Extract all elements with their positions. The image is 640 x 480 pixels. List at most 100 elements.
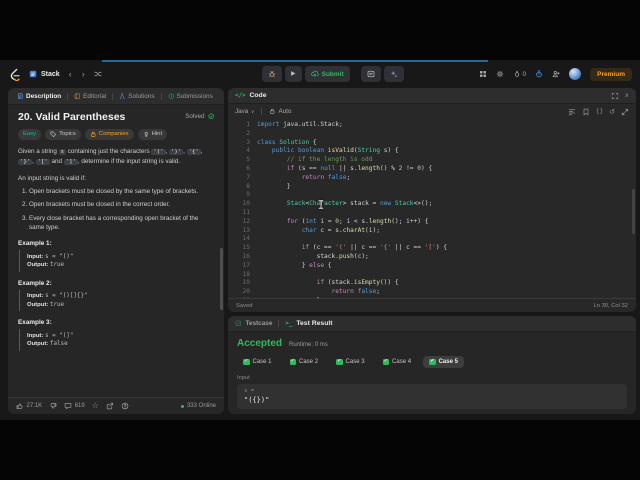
case-tab-1[interactable]: ✓ Case 1	[237, 356, 278, 368]
autocomplete-toggle[interactable]: Auto	[269, 108, 291, 115]
code-line[interactable]: for (int i = 0; i < s.length(); i++) {	[257, 218, 636, 227]
leetcode-logo-icon[interactable]	[8, 68, 21, 81]
layout-grid-icon[interactable]	[479, 70, 487, 78]
runtime-label: Runtime: 0 ms	[289, 342, 328, 348]
description-scrollbar[interactable]	[220, 248, 223, 310]
code-line[interactable]: class Solution {	[257, 139, 636, 148]
case-tab-4[interactable]: ✓ Case 4	[377, 356, 418, 368]
solved-check-icon	[208, 113, 215, 120]
prev-question-button[interactable]: ‹	[68, 69, 73, 79]
code-line[interactable]: Stack<Character> stack = new Stack<>();	[257, 200, 636, 209]
tab-editorial[interactable]: Editorial	[70, 93, 110, 100]
example-input: Input: s = "()"	[27, 254, 214, 260]
rules-list: Open brackets must be closed by the same…	[18, 187, 214, 233]
user-avatar[interactable]	[569, 68, 582, 80]
companies-button[interactable]: Companies	[84, 129, 134, 140]
format-code-icon[interactable]	[568, 108, 576, 116]
line-number: 17	[242, 261, 250, 269]
help-circle-icon[interactable]	[121, 402, 129, 410]
example-input-value: s = "(]"	[45, 332, 74, 339]
online-label: 333 Online	[186, 403, 216, 409]
thumbs-down-icon[interactable]	[49, 402, 57, 410]
topics-button[interactable]: Topics	[45, 129, 81, 140]
code-line[interactable]: public boolean isValid(String s) {	[257, 147, 636, 156]
example-output-label: Output:	[27, 262, 50, 269]
problem-list-button[interactable]: Stack	[29, 70, 60, 78]
favorite-star-icon[interactable]: ☆	[92, 402, 99, 410]
code-line[interactable]: if (s == null || s.length() % 2 != 0) {	[257, 165, 636, 174]
streak-counter[interactable]: 0	[513, 70, 526, 78]
fullscreen-icon[interactable]	[611, 92, 619, 100]
problem-description: 20. Valid Parentheses Solved Easy Topics	[8, 105, 224, 397]
code-line[interactable]	[257, 235, 636, 244]
share-icon[interactable]	[106, 402, 114, 410]
invite-user-icon[interactable]	[552, 70, 560, 78]
line-number: 10	[242, 200, 250, 208]
auto-label: Auto	[278, 108, 292, 115]
code-line[interactable]: // if the length is odd	[257, 156, 636, 165]
tab-solutions[interactable]: Solutions	[115, 93, 158, 100]
notes-icon	[367, 70, 375, 78]
editor-scrollbar[interactable]	[632, 189, 635, 234]
tab-submissions[interactable]: Submissions	[164, 93, 217, 100]
code-line[interactable]: }	[257, 297, 636, 298]
example-input-label: Input:	[27, 293, 45, 300]
tab-test-result[interactable]: Test Result	[296, 320, 332, 327]
collapse-panel-icon[interactable]: ∧	[625, 92, 629, 99]
example-block: Input: s = "()" Output: true	[19, 250, 214, 272]
code-line[interactable]: char c = s.charAt(i);	[257, 227, 636, 236]
code-line[interactable]: if (c == '(' || c == '{' || c == '[') {	[257, 244, 636, 253]
line-number: 13	[242, 226, 250, 234]
code-line[interactable]	[257, 209, 636, 218]
input-variable: s =	[244, 387, 255, 394]
tab-testcase[interactable]: Testcase	[246, 320, 273, 327]
notes-button[interactable]	[360, 66, 381, 82]
code-line[interactable]: return false;	[257, 174, 636, 183]
submissions-icon	[168, 93, 175, 100]
case-tab-5[interactable]: ✓ Case 5	[423, 356, 464, 368]
code-line[interactable]: if (stack.isEmpty()) {	[257, 279, 636, 288]
inline-code: '{'	[186, 148, 201, 155]
language-selector[interactable]: Java ∨	[235, 108, 254, 115]
code-line[interactable]	[257, 191, 636, 200]
tab-description[interactable]: Description	[13, 93, 65, 100]
tab-label: Editorial	[83, 92, 107, 100]
premium-button[interactable]: Premium	[590, 67, 632, 81]
code-line[interactable]: import java.util.Stack;	[257, 121, 636, 130]
shuffle-icon[interactable]	[94, 70, 102, 78]
like-button[interactable]: 27.1K	[16, 402, 42, 410]
ai-assistant-button[interactable]	[383, 66, 404, 82]
code-line[interactable]	[257, 271, 636, 280]
code-line[interactable]: stack.push(c);	[257, 253, 636, 262]
statement-text: ,	[200, 147, 203, 155]
code-editor[interactable]: 123456789101112131415161718192021 import…	[228, 119, 636, 298]
expand-editor-icon[interactable]	[621, 108, 629, 116]
code-line[interactable]: } else {	[257, 262, 636, 271]
input-box[interactable]: s = "({})"	[237, 383, 627, 409]
case-tab-3[interactable]: ✓ Case 3	[330, 356, 371, 368]
snippets-icon[interactable]: {}	[596, 108, 603, 115]
console-header: Testcase >_ Test Result	[228, 316, 636, 332]
difficulty-label: Easy	[23, 131, 37, 138]
code-content[interactable]: import java.util.Stack; class Solution {…	[257, 119, 636, 298]
code-line[interactable]: return false;	[257, 288, 636, 297]
code-line[interactable]: }	[257, 183, 636, 192]
debug-button[interactable]	[262, 66, 282, 82]
comments-button[interactable]: 619	[64, 402, 85, 410]
hint-button[interactable]: Hint	[137, 129, 168, 140]
difficulty-badge[interactable]: Easy	[18, 129, 42, 140]
reset-code-icon[interactable]: ↺	[609, 108, 615, 116]
submit-button[interactable]: Submit	[304, 66, 350, 82]
next-question-button[interactable]: ›	[81, 69, 86, 79]
comment-count: 619	[74, 403, 85, 409]
line-number: 9	[246, 191, 250, 199]
case-tab-2[interactable]: ✓ Case 2	[284, 356, 325, 368]
case-label: Case 1	[252, 358, 272, 365]
run-button[interactable]: ▶	[285, 66, 302, 82]
case-check-icon: ✓	[336, 358, 343, 365]
code-line[interactable]	[257, 130, 636, 139]
bookmark-icon[interactable]	[582, 108, 590, 116]
timer-icon[interactable]	[535, 70, 543, 78]
settings-gear-icon[interactable]	[496, 70, 504, 78]
thumbs-up-icon	[16, 402, 24, 410]
